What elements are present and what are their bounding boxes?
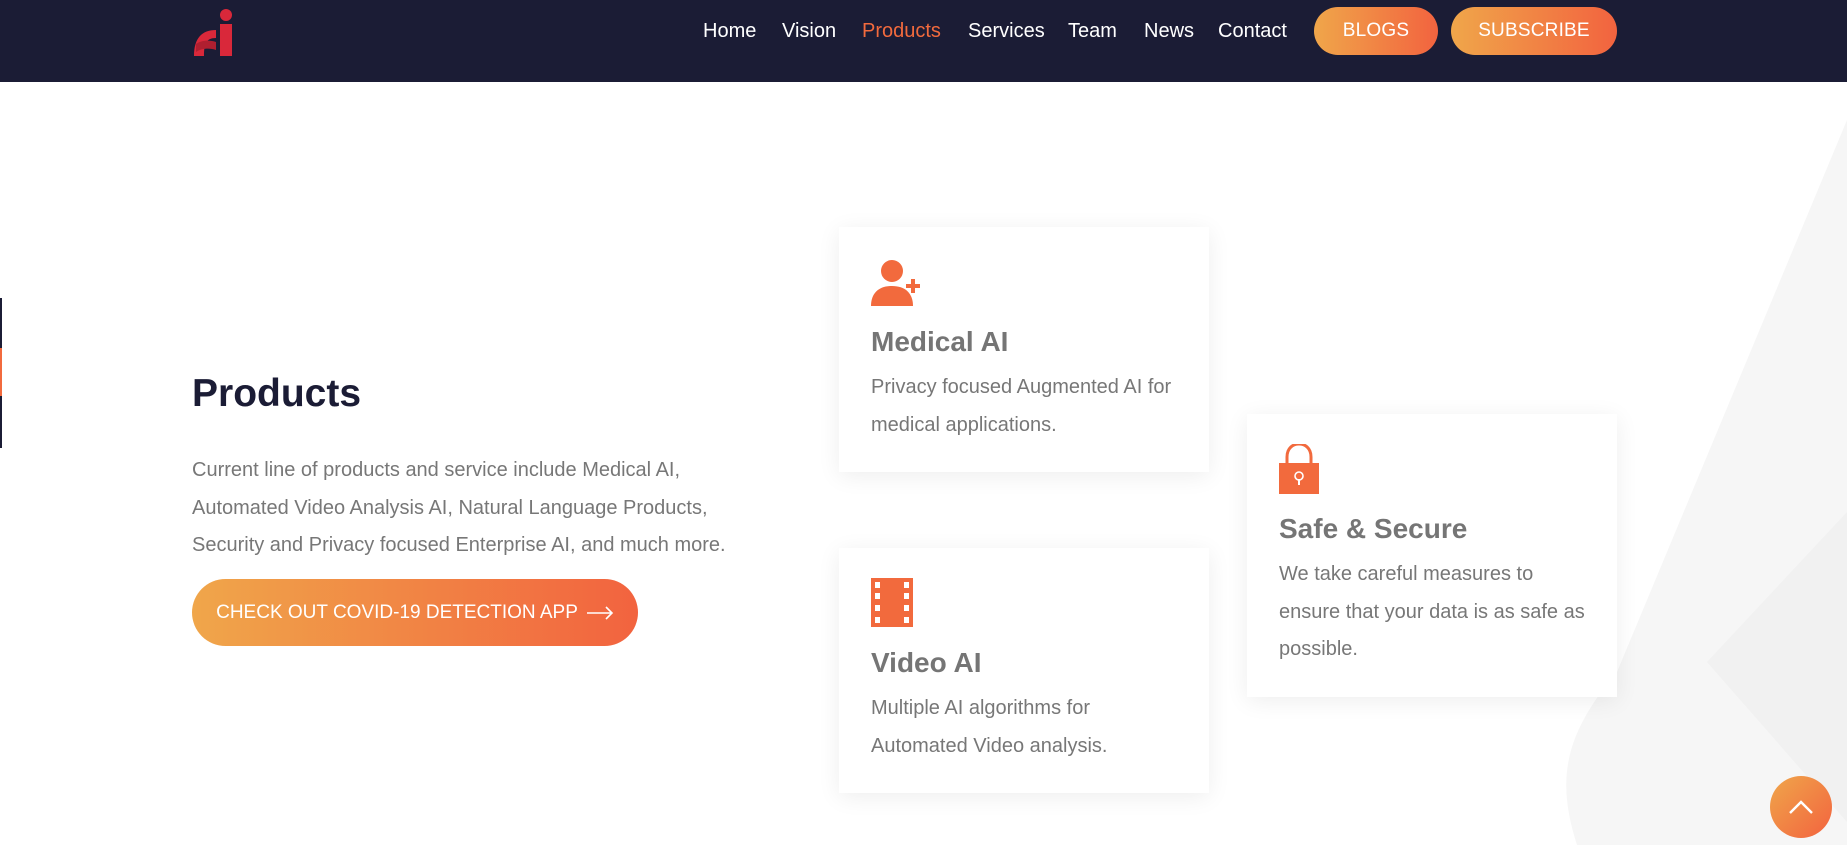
nav-vision[interactable]: Vision (782, 19, 836, 43)
padlock-icon (1279, 444, 1319, 494)
nav-services[interactable]: Services (968, 19, 1045, 43)
products-description: Current line of products and service inc… (192, 459, 726, 556)
chevron-up-icon (1789, 800, 1813, 814)
subscribe-button[interactable]: SUBSCRIBE (1451, 7, 1617, 55)
card-title: Video AI (871, 647, 982, 678)
card-text: We take careful measures to ensure that … (1279, 563, 1585, 660)
nav-products[interactable]: Products (862, 19, 941, 43)
site-header: Home Vision Products Services Team News … (0, 0, 1847, 82)
card-medical-ai: Medical AI Privacy focused Augmented AI … (839, 227, 1209, 472)
side-indicator-active[interactable] (0, 348, 2, 396)
blogs-button[interactable]: BLOGS (1314, 7, 1438, 55)
scroll-to-top-button[interactable] (1770, 776, 1832, 838)
card-safe-secure: Safe & Secure We take careful measures t… (1247, 414, 1617, 697)
medical-user-plus-icon (871, 260, 920, 306)
side-indicator-top[interactable] (0, 298, 2, 348)
side-indicator-bottom[interactable] (0, 396, 2, 448)
covid-app-button-label: CHECK OUT COVID-19 DETECTION APP (216, 601, 578, 623)
covid-app-button[interactable]: CHECK OUT COVID-19 DETECTION APP (192, 579, 638, 646)
card-text: Multiple AI algorithms for Automated Vid… (871, 697, 1108, 757)
nav-home[interactable]: Home (703, 19, 756, 43)
card-text: Privacy focused Augmented AI for medical… (871, 376, 1172, 436)
nav-news[interactable]: News (1144, 19, 1194, 43)
products-heading: Products (192, 372, 362, 415)
nav-contact[interactable]: Contact (1218, 19, 1287, 43)
nav-team[interactable]: Team (1068, 19, 1117, 43)
card-title: Safe & Secure (1279, 513, 1468, 544)
ai-logo[interactable] (192, 8, 238, 58)
film-strip-icon (871, 578, 913, 627)
card-video-ai: Video AI Multiple AI algorithms for Auto… (839, 548, 1209, 793)
card-title: Medical AI (871, 326, 1009, 357)
arrow-right-icon (586, 605, 614, 620)
